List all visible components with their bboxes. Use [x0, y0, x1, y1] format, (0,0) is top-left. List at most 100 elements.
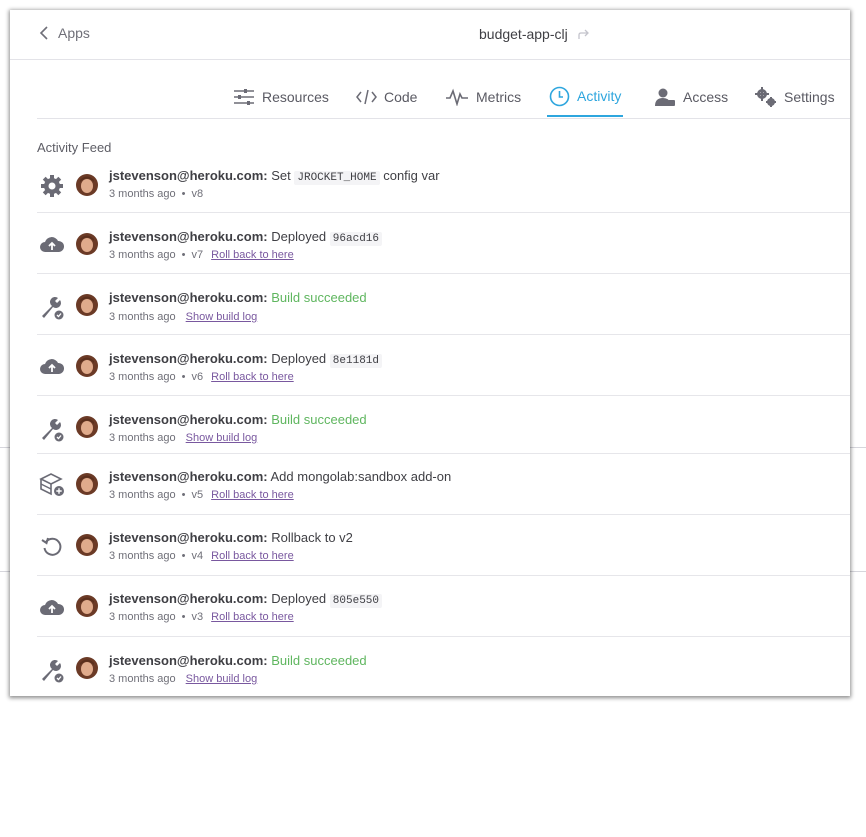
release-version: v4: [191, 550, 204, 562]
release-version: v8: [191, 188, 204, 200]
avatar: [76, 233, 98, 255]
activity-meta: 3 months ago • v8: [109, 188, 204, 200]
activity-meta: 3 months ago Show build log: [109, 432, 257, 444]
tab-access[interactable]: Access: [654, 77, 728, 117]
activity-meta: 3 months ago Show build log: [109, 673, 257, 685]
show-build-log-link[interactable]: Show build log: [186, 673, 258, 685]
user-email: jstevenson@heroku.com:: [109, 412, 268, 427]
tab-metrics[interactable]: Metrics: [445, 77, 521, 117]
tab-label: Access: [683, 89, 729, 105]
timestamp: 3 months ago: [109, 611, 176, 623]
commit-hash: 96acd16: [329, 232, 383, 246]
user-email: jstevenson@heroku.com:: [109, 591, 268, 606]
list-item: jstevenson@heroku.com: Rollback to v2 3 …: [37, 515, 850, 576]
list-item: jstevenson@heroku.com: Build succeeded 3…: [37, 396, 850, 454]
avatar: [76, 657, 98, 679]
activity-meta: 3 months ago • v4 Roll back to here: [109, 550, 294, 562]
activity-text: jstevenson@heroku.com: Set JROCKET_HOME …: [109, 168, 440, 185]
tab-settings[interactable]: Settings: [755, 77, 835, 117]
gears-icon: [755, 87, 776, 107]
addon-icon: [39, 473, 64, 496]
roll-back-link[interactable]: Roll back to here: [211, 249, 294, 261]
activity-action: Deployed: [271, 229, 327, 244]
activity-text: jstevenson@heroku.com: Rollback to v2: [109, 530, 353, 545]
wrench-check-icon: [42, 297, 64, 320]
tab-label: Resources: [262, 89, 329, 105]
activity-meta: 3 months ago • v6 Roll back to here: [109, 371, 294, 383]
timestamp: 3 months ago: [109, 432, 176, 444]
activity-action: Deployed: [271, 351, 327, 366]
user-email: jstevenson@heroku.com:: [109, 229, 268, 244]
release-version: v7: [191, 249, 204, 261]
list-item: jstevenson@heroku.com: Deployed 8e1181d …: [37, 335, 850, 396]
share-icon[interactable]: [578, 29, 591, 40]
timestamp: 3 months ago: [109, 550, 176, 562]
tab-label: Settings: [784, 89, 835, 105]
activity-action: Set: [271, 168, 291, 183]
tab-label: Code: [384, 89, 418, 105]
tab-label: Metrics: [476, 89, 522, 105]
cloud-upload-icon: [40, 237, 65, 252]
list-item: jstevenson@heroku.com: Build succeeded 3…: [37, 637, 850, 696]
app-name: budget-app-clj: [479, 26, 568, 42]
timestamp: 3 months ago: [109, 311, 176, 323]
tab-activity[interactable]: Activity: [547, 77, 624, 117]
release-version: v5: [191, 489, 204, 501]
commit-hash: 805e550: [329, 594, 383, 608]
avatar: [76, 473, 98, 495]
user-email: jstevenson@heroku.com:: [109, 351, 268, 366]
timestamp: 3 months ago: [109, 188, 176, 200]
background-divider: [850, 447, 866, 448]
roll-back-link[interactable]: Roll back to here: [211, 550, 294, 562]
cloud-upload-icon: [40, 359, 65, 374]
metrics-icon: [446, 88, 468, 106]
back-label: Apps: [58, 25, 90, 41]
code-icon: [356, 89, 377, 105]
tab-resources[interactable]: Resources: [233, 77, 329, 117]
list-item: jstevenson@heroku.com: Deployed 805e550 …: [37, 576, 850, 637]
roll-back-link[interactable]: Roll back to here: [211, 611, 294, 623]
activity-action: Rollback to v2: [271, 530, 353, 545]
top-bar: Apps budget-app-clj: [10, 10, 850, 60]
activity-action: Deployed: [271, 591, 327, 606]
activity-action: Add mongolab:sandbox add-on: [270, 469, 452, 484]
activity-text: jstevenson@heroku.com: Add mongolab:sand…: [109, 469, 451, 484]
list-item: jstevenson@heroku.com: Deployed 96acd16 …: [37, 213, 850, 274]
timestamp: 3 months ago: [109, 673, 176, 685]
activity-feed: jstevenson@heroku.com: Set JROCKET_HOME …: [37, 160, 850, 696]
tab-code[interactable]: Code: [356, 77, 417, 117]
timestamp: 3 months ago: [109, 371, 176, 383]
activity-meta: 3 months ago • v7 Roll back to here: [109, 249, 294, 261]
config-var-name: JROCKET_HOME: [294, 171, 380, 185]
app-title: budget-app-clj: [479, 26, 591, 42]
build-status: Build succeeded: [271, 653, 367, 668]
tab-label: Activity: [577, 88, 622, 104]
build-status: Build succeeded: [271, 412, 367, 427]
timestamp: 3 months ago: [109, 249, 176, 261]
activity-text: jstevenson@heroku.com: Deployed 8e1181d: [109, 351, 383, 368]
activity-text: jstevenson@heroku.com: Build succeeded: [109, 290, 367, 305]
roll-back-link[interactable]: Roll back to here: [211, 489, 294, 501]
resources-icon: [234, 89, 254, 105]
background-divider: [0, 571, 10, 572]
activity-meta: 3 months ago • v5 Roll back to here: [109, 489, 294, 501]
back-to-apps-link[interactable]: Apps: [38, 25, 90, 41]
roll-back-link[interactable]: Roll back to here: [211, 371, 294, 383]
list-item: jstevenson@heroku.com: Build succeeded 3…: [37, 274, 850, 335]
cloud-upload-icon: [40, 600, 65, 615]
chevron-left-icon: [39, 26, 48, 40]
timestamp: 3 months ago: [109, 489, 176, 501]
rollback-icon: [41, 537, 62, 556]
build-status: Build succeeded: [271, 290, 367, 305]
background-divider: [0, 447, 10, 448]
wrench-check-icon: [42, 660, 64, 683]
activity-action-suffix: config var: [383, 168, 440, 183]
activity-text: jstevenson@heroku.com: Build succeeded: [109, 653, 367, 668]
show-build-log-link[interactable]: Show build log: [186, 311, 258, 323]
user-email: jstevenson@heroku.com:: [109, 469, 268, 484]
list-item: jstevenson@heroku.com: Set JROCKET_HOME …: [37, 160, 850, 213]
avatar: [76, 416, 98, 438]
app-window: Apps budget-app-clj Resources Code Metri…: [10, 10, 850, 696]
show-build-log-link[interactable]: Show build log: [186, 432, 258, 444]
avatar: [76, 595, 98, 617]
